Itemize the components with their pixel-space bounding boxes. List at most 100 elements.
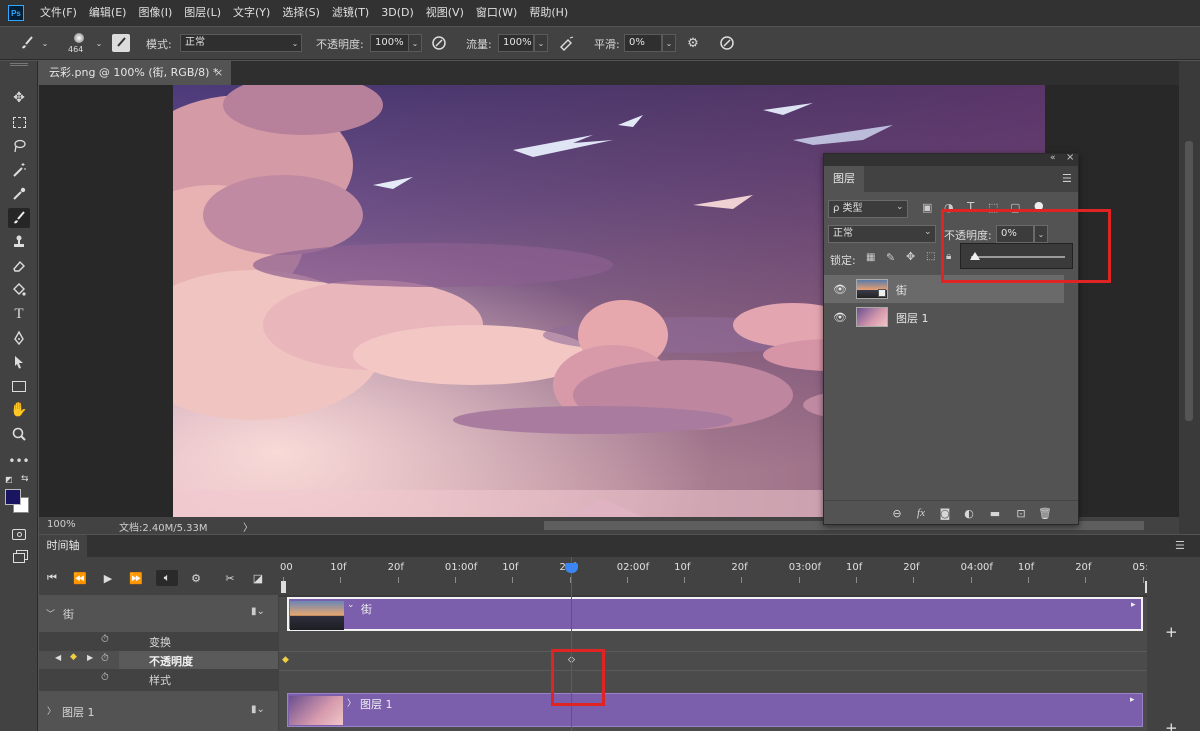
menu-edit[interactable]: 编辑(E) xyxy=(83,0,133,26)
menu-view[interactable]: 视图(V) xyxy=(420,0,470,26)
default-colors-icon[interactable]: ◩ xyxy=(5,475,13,484)
brush-preset-picker[interactable]: 464 xyxy=(66,31,92,57)
toolbar-grip[interactable] xyxy=(10,63,28,66)
eyedropper-tool-icon[interactable] xyxy=(8,184,30,204)
go-to-first-frame-icon[interactable]: ⏮ xyxy=(43,570,61,586)
eraser-tool-icon[interactable] xyxy=(8,256,30,276)
tab-layers[interactable]: 图层 xyxy=(824,166,864,192)
collapse-icon[interactable]: « xyxy=(1050,153,1056,163)
menu-file[interactable]: 文件(F) xyxy=(34,0,83,26)
track-header-layer1[interactable]: 〉 图层 1 ▮⌄ xyxy=(39,691,278,731)
pen-tool-icon[interactable] xyxy=(8,328,30,348)
previous-keyframe-icon[interactable]: ◀ xyxy=(55,653,61,662)
add-media-button[interactable]: + xyxy=(1165,719,1178,731)
zoom-level[interactable]: 100% xyxy=(47,519,76,530)
status-menu-arrow[interactable]: 〉 xyxy=(243,519,253,534)
transition-icon[interactable]: ◪ xyxy=(249,570,267,586)
lock-position-icon[interactable]: ✥ xyxy=(906,250,915,263)
image-filter-icon[interactable]: ▣ xyxy=(922,201,932,214)
blend-mode-select[interactable]: 正常 xyxy=(828,225,936,243)
scissors-icon[interactable]: ✂ xyxy=(221,570,239,586)
chevron-down-icon[interactable]: ⌄ xyxy=(40,34,50,52)
chevron-down-icon[interactable]: ⌄ xyxy=(347,600,355,610)
chevron-right-icon[interactable]: 〉 xyxy=(347,696,356,709)
quick-mask-icon[interactable] xyxy=(8,524,30,544)
stamp-tool-icon[interactable] xyxy=(8,232,30,252)
airbrush-icon[interactable] xyxy=(558,34,576,52)
audio-icon[interactable]: 🔈︎ xyxy=(156,570,178,586)
chevron-down-icon[interactable]: ⌄ xyxy=(896,202,904,212)
film-icon[interactable]: ▮⌄ xyxy=(251,606,265,617)
link-icon[interactable]: ⊖ xyxy=(890,506,904,520)
chevron-down-icon[interactable]: ⌄ xyxy=(408,34,422,52)
scrollbar-thumb[interactable] xyxy=(1185,141,1193,421)
time-ruler[interactable]: 00 10f 20f 01:00f 10f 20f 02:00f 10f 20f 03:00f 10… xyxy=(279,557,1155,595)
screen-mode-icon[interactable] xyxy=(8,548,30,568)
foreground-color-swatch[interactable] xyxy=(5,489,21,505)
panel-menu-icon[interactable]: ☰ xyxy=(1062,172,1072,185)
zoom-tool-icon[interactable] xyxy=(8,424,30,444)
canvas-scrollbar[interactable] xyxy=(1179,61,1200,534)
stopwatch-icon[interactable]: ⏱︎ xyxy=(101,672,109,683)
next-keyframe-icon[interactable]: ▶ xyxy=(87,653,93,662)
menu-help[interactable]: 帮助(H) xyxy=(523,0,574,26)
brush-settings-icon[interactable] xyxy=(112,34,130,52)
hand-tool-icon[interactable]: ✋ xyxy=(8,400,30,420)
previous-frame-icon[interactable]: ⏪ xyxy=(71,570,89,586)
new-layer-icon[interactable]: ⊡ xyxy=(1014,506,1028,520)
eye-icon[interactable]: 👁︎ xyxy=(833,283,847,296)
menu-select[interactable]: 选择(S) xyxy=(276,0,326,26)
menu-type[interactable]: 文字(Y) xyxy=(227,0,276,26)
panel-menu-icon[interactable]: ☰ xyxy=(1175,539,1185,552)
adjustment-layer-icon[interactable]: ◐ xyxy=(962,506,976,520)
gear-icon[interactable]: ⚙ xyxy=(187,570,205,586)
keyframe-icon[interactable]: ◆ xyxy=(70,652,77,662)
chevron-down-icon[interactable]: ⌄ xyxy=(94,34,104,52)
flow-input[interactable]: 100% xyxy=(498,34,534,52)
type-tool-icon[interactable]: T xyxy=(8,304,30,324)
mask-icon[interactable]: ◙ xyxy=(938,506,952,520)
play-icon[interactable]: ▶ xyxy=(99,570,117,586)
mode-select[interactable]: 正常 xyxy=(180,34,302,52)
pressure-opacity-icon[interactable] xyxy=(430,34,448,52)
panel-titlebar[interactable]: « × xyxy=(824,152,1078,166)
clip-end-icon[interactable]: ▸ xyxy=(1131,600,1136,610)
menu-3d[interactable]: 3D(D) xyxy=(375,0,420,26)
close-icon[interactable]: × xyxy=(214,61,223,85)
gear-icon[interactable]: ⚙ xyxy=(684,34,702,52)
lasso-tool-icon[interactable] xyxy=(8,136,30,156)
rectangle-tool-icon[interactable] xyxy=(8,376,30,396)
work-area-start-handle[interactable] xyxy=(281,581,286,593)
stopwatch-icon[interactable]: ⏱︎ xyxy=(101,653,109,664)
chevron-down-icon[interactable]: ⌄ xyxy=(534,34,548,52)
lock-artboard-icon[interactable]: ⬚ xyxy=(926,251,935,262)
chevron-right-icon[interactable]: 〉 xyxy=(47,704,56,717)
more-tools-icon[interactable]: ••• xyxy=(8,451,30,471)
chevron-down-icon[interactable]: ﹀ xyxy=(46,607,55,620)
chevron-down-icon[interactable]: ⌄ xyxy=(662,34,676,52)
opacity-input[interactable]: 100% xyxy=(370,34,410,52)
magic-wand-tool-icon[interactable] xyxy=(8,160,30,180)
folder-icon[interactable]: ▬ xyxy=(988,506,1002,520)
chevron-down-icon[interactable]: ⌄ xyxy=(924,227,932,237)
clip-end-icon[interactable]: ▸ xyxy=(1130,695,1135,705)
tab-timeline[interactable]: 时间轴 xyxy=(39,535,87,557)
menu-layer[interactable]: 图层(L) xyxy=(178,0,227,26)
pressure-size-icon[interactable] xyxy=(718,34,736,52)
timeline-tracks-area[interactable]: 00 10f 20f 01:00f 10f 20f 02:00f 10f 20f 03:00f 10… xyxy=(279,557,1155,731)
close-icon[interactable]: × xyxy=(1066,152,1074,163)
clip-street[interactable]: ⌄ 街 ▸ xyxy=(287,597,1143,631)
clip-layer1[interactable]: 〉 图层 1 ▸ xyxy=(287,693,1143,727)
chevron-down-icon[interactable]: ⌄ xyxy=(288,34,302,52)
eye-icon[interactable]: 👁︎ xyxy=(833,311,847,324)
layer-row-layer1[interactable]: 👁︎ 图层 1 xyxy=(824,303,1064,331)
next-frame-icon[interactable]: ⏩ xyxy=(127,570,145,586)
stopwatch-icon[interactable]: ⏱︎ xyxy=(101,634,109,645)
add-media-button[interactable]: + xyxy=(1165,623,1178,641)
smoothing-input[interactable]: 0% xyxy=(624,34,662,52)
brush-tool-icon[interactable] xyxy=(8,208,30,228)
lock-pixels-icon[interactable]: ✎ xyxy=(886,251,895,264)
paint-bucket-tool-icon[interactable] xyxy=(8,280,30,300)
menu-window[interactable]: 窗口(W) xyxy=(470,0,523,26)
marquee-tool-icon[interactable] xyxy=(8,112,30,132)
